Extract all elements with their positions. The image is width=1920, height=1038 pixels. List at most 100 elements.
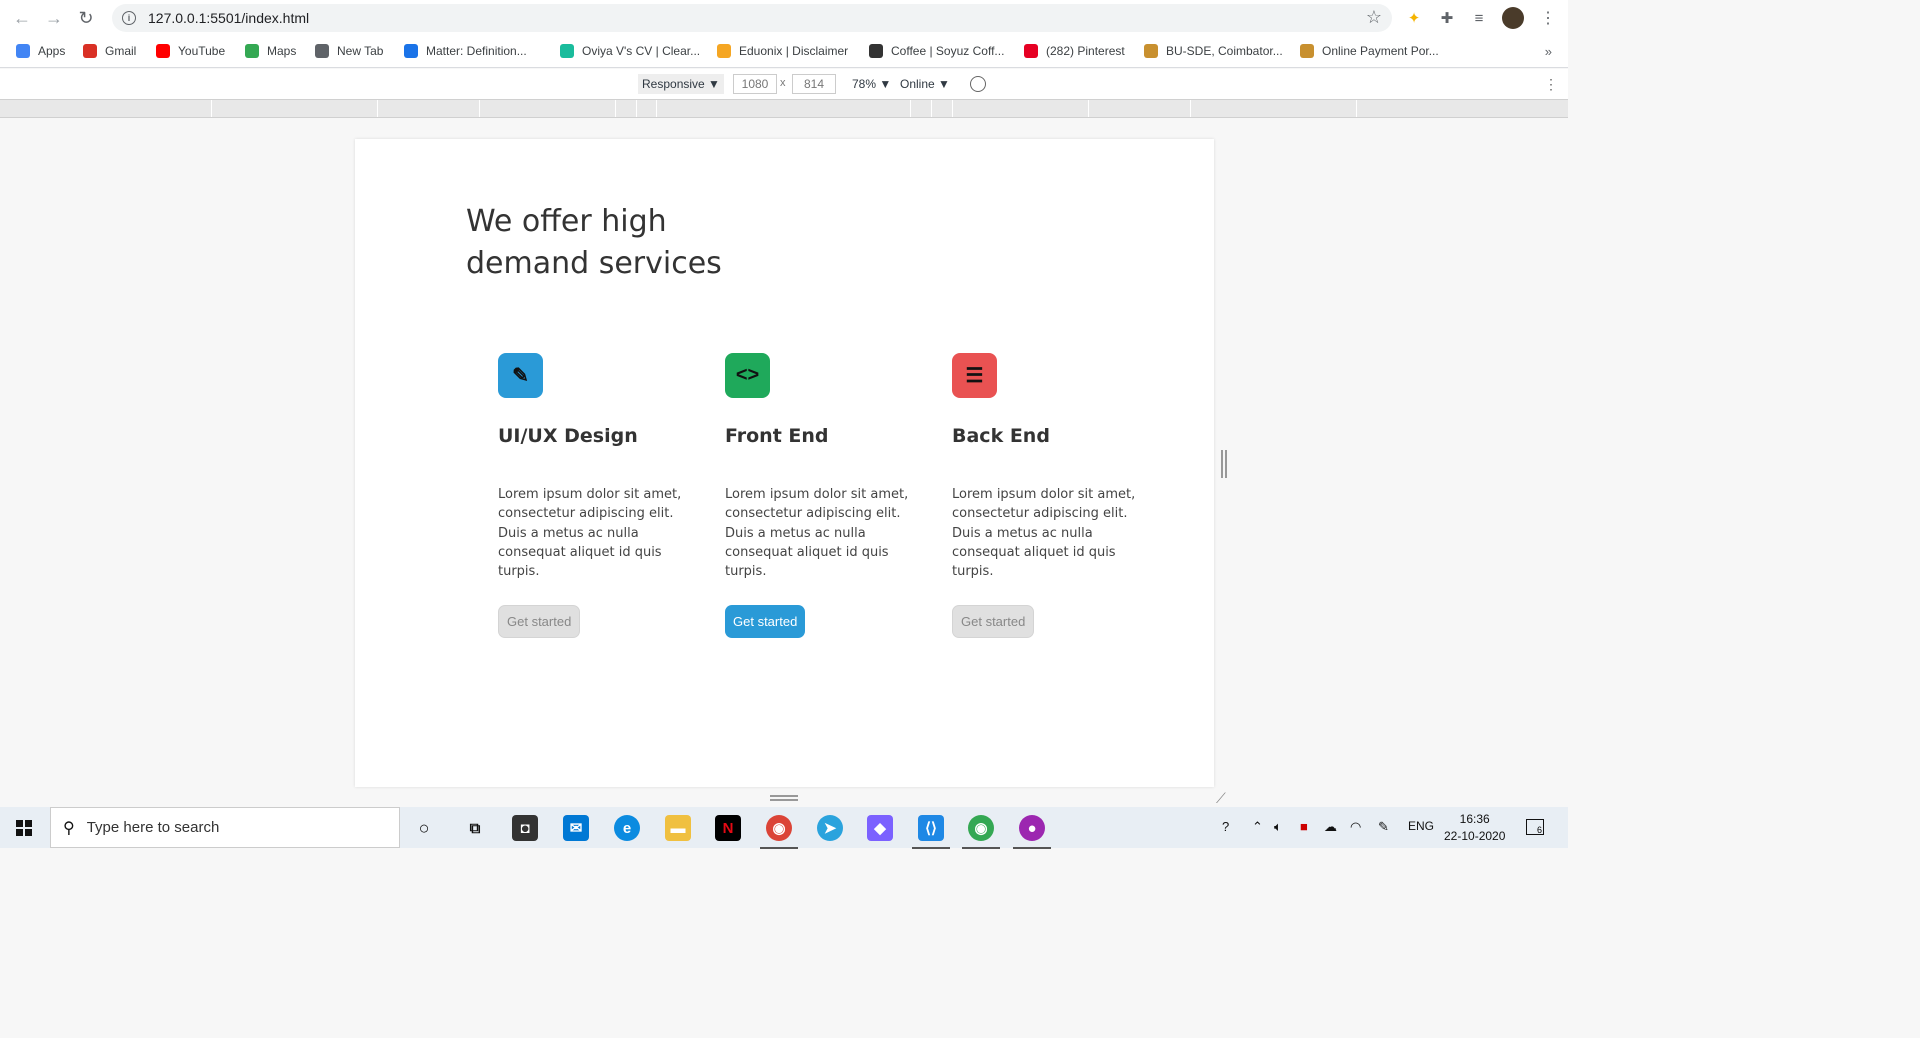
url-text[interactable]: 127.0.0.1:5501/index.html <box>148 10 309 26</box>
clock-date: 22-10-2020 <box>1444 829 1506 843</box>
bookmark-label: Coffee | Soyuz Coff... <box>891 44 1005 58</box>
notification-center-icon[interactable]: 6 <box>1526 819 1544 835</box>
media-query-ruler[interactable] <box>0 99 1568 118</box>
viewport-resize-handle-right[interactable] <box>1221 450 1227 478</box>
clock[interactable]: 16:36 22-10-2020 <box>1444 811 1505 845</box>
windows-taskbar: ⚲ Type here to search ○ ⧉ ◘ ✉ e ▬ N ◉ ➤ … <box>0 807 1568 849</box>
throttling-select[interactable]: Online ▼ <box>896 74 954 94</box>
paint-app-icon[interactable]: ● <box>1013 815 1051 849</box>
service-description: Lorem ipsum dolor sit amet, consectetur … <box>725 487 909 580</box>
cortana-icon[interactable]: ○ <box>411 815 437 841</box>
bookmark-label: BU-SDE, Coimbator... <box>1166 44 1283 58</box>
bookmark-label: Oviya V's CV | Clear... <box>582 44 701 58</box>
bookmark-label: Maps <box>267 44 297 58</box>
task-view-icon[interactable]: ⧉ <box>462 815 488 841</box>
help-icon[interactable]: ? <box>1222 819 1229 834</box>
browser-menu-icon[interactable]: ⋮ <box>1540 8 1556 28</box>
get-started-button[interactable]: Get started <box>952 605 1035 638</box>
bookmark-favicon-icon <box>83 44 97 58</box>
bookmark-label: Eduonix | Disclaimer <box>739 44 849 58</box>
bookmark-favicon-icon <box>315 44 329 58</box>
info-icon[interactable]: i <box>122 11 136 25</box>
device-select[interactable]: Responsive ▼ <box>638 74 724 94</box>
store-icon[interactable]: ◘ <box>512 815 538 841</box>
show-hidden-icons-icon[interactable]: ⌃ <box>1252 819 1263 835</box>
bookmark-item[interactable]: Apps <box>16 44 65 58</box>
rotate-icon[interactable] <box>970 76 986 92</box>
bookmark-item[interactable]: BU-SDE, Coimbator... <box>1144 44 1283 58</box>
bookmark-label: Matter: Definition... <box>426 44 527 58</box>
bookmark-item[interactable]: Matter: Definition... <box>404 44 527 58</box>
media-control-icon[interactable]: ≡ <box>1469 8 1489 28</box>
viewport-width-input[interactable]: 1080 <box>733 74 777 94</box>
app-icon[interactable]: ◆ <box>867 815 893 841</box>
page-viewport: We offer high demand services ✎ UI/UX Des… <box>355 139 1214 787</box>
extension-icon[interactable]: ✦ <box>1404 8 1424 28</box>
bookmark-item[interactable]: Oviya V's CV | Clear... <box>560 44 700 58</box>
reload-icon[interactable]: ↻ <box>76 8 96 28</box>
telegram-icon[interactable]: ➤ <box>817 815 843 841</box>
edge-icon[interactable]: e <box>614 815 640 841</box>
volume-icon[interactable]: 🔈︎ <box>1274 819 1282 835</box>
bookmark-favicon-icon <box>156 44 170 58</box>
onedrive-icon[interactable]: ☁ <box>1324 819 1337 835</box>
pen-icon[interactable]: ✎ <box>1378 819 1389 835</box>
search-icon: ⚲ <box>63 819 75 837</box>
search-placeholder: Type here to search <box>86 819 220 836</box>
device-toolbar-menu-icon[interactable]: ⋮ <box>1544 76 1558 93</box>
profile-avatar[interactable] <box>1502 7 1524 29</box>
taskbar-search-box[interactable]: ⚲ Type here to search <box>50 807 400 848</box>
viewport-height-input[interactable]: 814 <box>792 74 836 94</box>
file-explorer-icon[interactable]: ▬ <box>665 815 691 841</box>
service-title: Back End <box>952 425 1050 447</box>
bookmark-item[interactable]: YouTube <box>156 44 225 58</box>
extensions-puzzle-icon[interactable]: ✚ <box>1437 8 1457 28</box>
language-indicator[interactable]: ENG <box>1408 819 1434 833</box>
bookmark-item[interactable]: (282) Pinterest <box>1024 44 1125 58</box>
forward-arrow-icon[interactable]: → <box>44 8 64 28</box>
device-toolbar: Responsive ▼ 1080 x 814 78% ▼ Online ▼ ⋮ <box>0 69 1568 99</box>
get-started-button[interactable]: Get started <box>725 605 806 638</box>
address-bar[interactable]: i 127.0.0.1:5501/index.html ☆ <box>112 4 1392 32</box>
vscode-icon[interactable]: ⟨⟩ <box>912 815 950 849</box>
windows-start-icon[interactable] <box>16 820 32 836</box>
viewport-resize-corner-icon[interactable]: ⟋ <box>1216 790 1226 807</box>
bookmark-favicon-icon <box>16 44 30 58</box>
zoom-select[interactable]: 78% ▼ <box>848 74 895 94</box>
netflix-icon[interactable]: N <box>715 815 741 841</box>
bookmark-item[interactable]: Online Payment Por... <box>1300 44 1439 58</box>
bookmark-favicon-icon <box>717 44 731 58</box>
bookmark-item[interactable]: Maps <box>245 44 296 58</box>
chrome-secondary-icon[interactable]: ◉ <box>962 815 1000 849</box>
get-started-button[interactable]: Get started <box>498 605 581 638</box>
bookmark-favicon-icon <box>245 44 259 58</box>
bookmark-label: Gmail <box>105 44 137 58</box>
bookmark-favicon-icon <box>560 44 574 58</box>
mail-icon[interactable]: ✉ <box>563 815 589 841</box>
office-icon[interactable]: ■ <box>1300 819 1308 834</box>
bookmark-item[interactable]: New Tab <box>315 44 383 58</box>
service-card: ☰ Back End Lorem ipsum dolor sit amet, con… <box>952 353 1152 638</box>
viewport-resize-handle-bottom[interactable] <box>770 795 798 801</box>
wifi-icon[interactable]: ◠ <box>1350 819 1361 835</box>
server-icon: ☰ <box>952 353 997 398</box>
service-title: UI/UX Design <box>498 425 638 447</box>
bookmark-label: Online Payment Por... <box>1322 44 1439 58</box>
bookmark-star-icon[interactable]: ☆ <box>1366 7 1382 28</box>
service-description: Lorem ipsum dolor sit amet, consectetur … <box>952 487 1136 580</box>
bookmark-favicon-icon <box>869 44 883 58</box>
browser-toolbar: ← → ↻ i 127.0.0.1:5501/index.html ☆ ✦ ✚ … <box>0 0 1568 36</box>
back-arrow-icon[interactable]: ← <box>12 8 32 28</box>
bookmark-item[interactable]: Gmail <box>83 44 136 58</box>
dimension-separator: x <box>780 77 786 89</box>
service-card: <> Front End Lorem ipsum dolor sit amet, c… <box>725 353 925 638</box>
bookmark-item[interactable]: Coffee | Soyuz Coff... <box>869 44 1004 58</box>
page-heading: We offer high demand services <box>466 204 722 281</box>
bookmarks-overflow-icon[interactable]: » <box>1545 44 1552 59</box>
bookmark-label: YouTube <box>178 44 226 58</box>
bookmark-favicon-icon <box>1300 44 1314 58</box>
bookmark-favicon-icon <box>404 44 418 58</box>
bookmark-label: New Tab <box>337 44 384 58</box>
bookmark-item[interactable]: Eduonix | Disclaimer <box>717 44 848 58</box>
chrome-icon[interactable]: ◉ <box>760 815 798 849</box>
